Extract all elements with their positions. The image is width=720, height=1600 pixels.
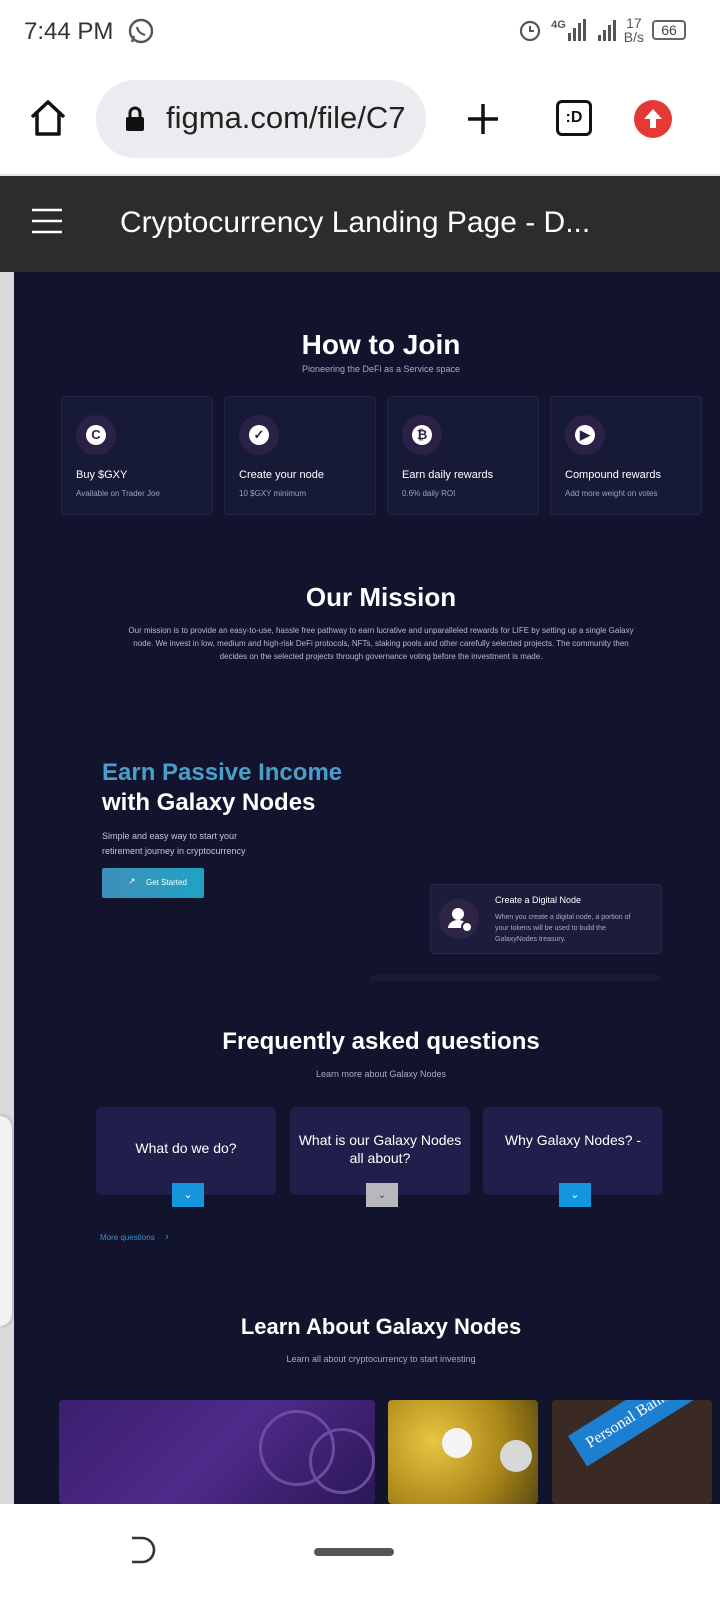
faq-item-2[interactable]: What is our Galaxy Nodes all about? xyxy=(290,1107,470,1195)
alarm-icon xyxy=(519,20,541,42)
hero-title: with Galaxy Nodes xyxy=(102,789,316,816)
mission-title: Our Mission xyxy=(305,582,457,612)
status-bar: 7:44 PM 4G 17 B/s 66 xyxy=(0,0,720,64)
learn-image-banking[interactable]: Personal Banking xyxy=(552,1400,712,1504)
side-panel-handle[interactable] xyxy=(0,1116,12,1326)
battery-icon: 66 xyxy=(652,20,686,40)
system-nav-bar xyxy=(0,1504,720,1600)
update-button[interactable] xyxy=(634,100,672,138)
digital-node-title: Create a Digital Node xyxy=(495,895,582,905)
learn-image-gold-coins[interactable] xyxy=(388,1400,538,1504)
join-card-earn: ₿ Earn daily rewards 0.6% daily ROI xyxy=(387,396,539,515)
back-gesture-icon[interactable] xyxy=(128,1534,158,1568)
arrow-up-right-icon: ↗ xyxy=(128,876,136,886)
chevron-down-icon[interactable]: ⌄ xyxy=(559,1183,591,1207)
digital-node-card: Create a Digital Node When you create a … xyxy=(430,884,662,954)
url-text: figma.com/file/C7 xyxy=(166,100,406,135)
stacked-card-edge xyxy=(370,975,660,981)
mission-text: Our mission is to provide an easy-to-use… xyxy=(128,626,634,661)
status-time: 7:44 PM xyxy=(24,18,114,45)
signal-icon xyxy=(597,19,616,41)
chevron-down-icon[interactable]: ⌄ xyxy=(366,1183,398,1207)
faq-item-1[interactable]: What do we do? xyxy=(96,1107,276,1195)
signal-4g-icon: 4G xyxy=(551,19,586,41)
join-card-create-node: ✓ Create your node 10 $GXY minimum xyxy=(224,396,376,515)
get-started-button[interactable]: ↗ Get Started xyxy=(102,868,204,898)
new-tab-icon[interactable] xyxy=(466,102,500,136)
hero-title-accent: Earn Passive Income xyxy=(102,759,343,786)
digital-node-text: When you create a digital node, a portio… xyxy=(495,914,631,943)
more-questions-link[interactable]: More questions › xyxy=(100,1231,169,1243)
home-gesture-bar[interactable] xyxy=(314,1548,394,1556)
learn-title: Learn About Galaxy Nodes xyxy=(240,1314,522,1339)
shield-check-icon: ✓ xyxy=(239,415,279,455)
network-speed: 17 B/s xyxy=(623,15,644,45)
browser-toolbar: figma.com/file/C7 :D xyxy=(0,64,720,176)
join-card-buy: C Buy $GXY Available on Trader Joe xyxy=(61,396,213,515)
home-icon[interactable] xyxy=(28,98,68,138)
figma-header: Cryptocurrency Landing Page - D... xyxy=(0,176,720,272)
hero-subtitle: Simple and easy way to start your retire… xyxy=(102,831,246,856)
learn-subtitle: Learn all about cryptocurrency to start … xyxy=(286,1354,476,1364)
bitcoin-icon: ₿ xyxy=(402,415,442,455)
tab-switcher-button[interactable]: :D xyxy=(556,100,592,136)
whatsapp-icon xyxy=(128,18,154,44)
hamburger-menu-icon[interactable] xyxy=(32,208,62,234)
arrow-up-icon xyxy=(644,109,662,128)
join-card-compound: ▶ Compound rewards Add more weight on vo… xyxy=(550,396,702,515)
how-to-join-subtitle: Pioneering the DeFi as a Service space xyxy=(301,364,461,374)
landing-page-frame: How to Join Pioneering the DeFi as a Ser… xyxy=(14,272,720,1504)
faq-item-3[interactable]: Why Galaxy Nodes? - xyxy=(483,1107,663,1195)
file-title: Cryptocurrency Landing Page - D... xyxy=(120,206,591,239)
learn-image-coins-purple[interactable] xyxy=(59,1400,375,1504)
faq-subtitle: Learn more about Galaxy Nodes xyxy=(315,1069,447,1079)
chevron-right-icon: › xyxy=(164,1231,169,1243)
lock-icon xyxy=(126,106,144,131)
chevron-down-icon[interactable]: ⌄ xyxy=(172,1183,204,1207)
document-play-icon: ▶ xyxy=(565,415,605,455)
how-to-join-title: How to Join xyxy=(301,329,461,360)
user-add-icon xyxy=(439,899,479,939)
address-bar[interactable]: figma.com/file/C7 xyxy=(96,80,426,158)
faq-title: Frequently asked questions xyxy=(222,1028,540,1055)
status-indicators: 4G 17 B/s 66 xyxy=(517,16,686,44)
c-coin-icon: C xyxy=(76,415,116,455)
